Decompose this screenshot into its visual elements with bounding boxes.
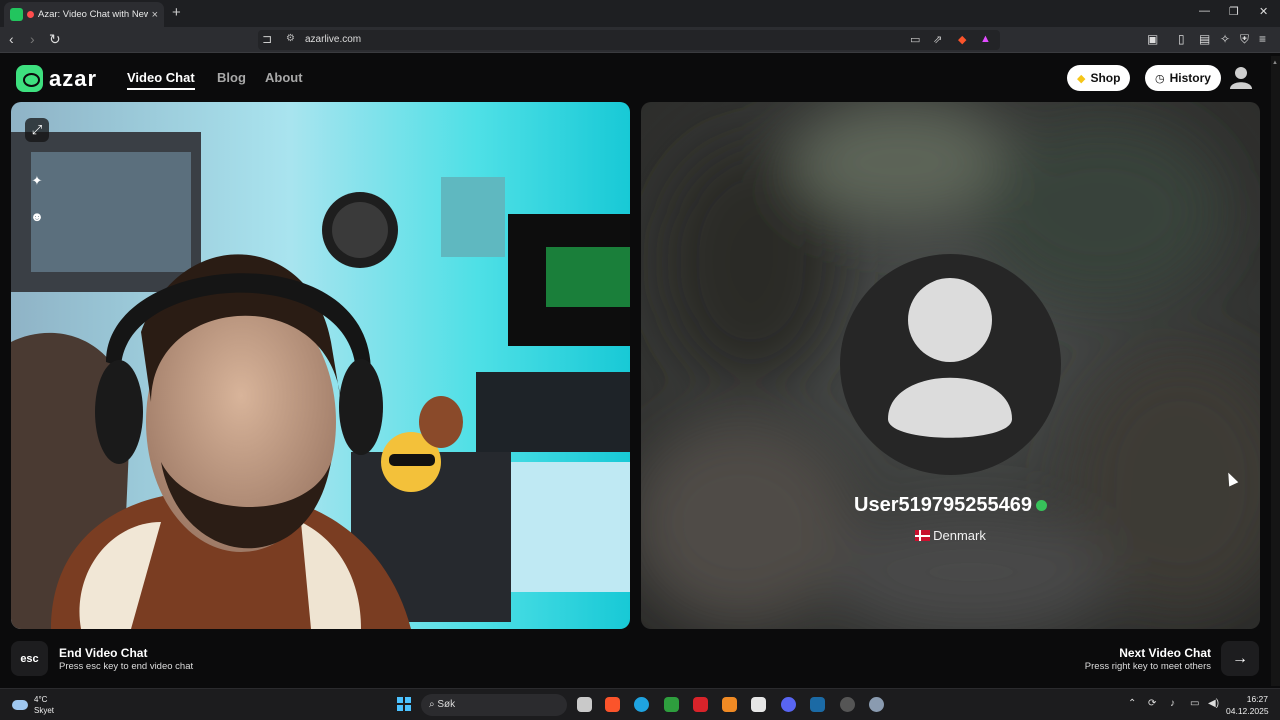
expand-icon[interactable]: ⤢ — [25, 118, 49, 142]
page-scrollbar[interactable]: ▲ — [1271, 56, 1280, 686]
window-close-button[interactable]: ✕ — [1259, 5, 1268, 18]
store-icon[interactable] — [751, 697, 766, 712]
effects-sparkle-icon[interactable]: ✦ — [25, 169, 49, 193]
azar-logo-text: azar — [49, 65, 98, 91]
steam-icon[interactable] — [810, 697, 825, 712]
brave-shields-icon[interactable]: ◆ — [958, 33, 966, 46]
remote-username: User519795255469 — [854, 494, 1032, 516]
nav-active-underline — [127, 88, 195, 90]
tab-title: Azar: Video Chat with New Pe — [38, 9, 148, 20]
microphone-icon[interactable]: ♪ — [1170, 698, 1175, 709]
taskbar-search-field[interactable]: ⌕ Søk — [421, 694, 567, 716]
share-icon[interactable]: ⇗ — [933, 33, 942, 46]
reload-button[interactable]: ↻ — [49, 31, 61, 48]
gem-icon: ◆ — [1077, 72, 1086, 85]
site-settings-icon[interactable]: ⚙ — [286, 33, 295, 44]
obs-icon[interactable] — [840, 697, 855, 712]
weather-condition: Skyet — [34, 706, 55, 715]
remote-avatar — [840, 254, 1061, 475]
tab-close-icon[interactable]: × — [152, 9, 158, 21]
taskbar-clock[interactable]: 16:27 04.12.2025 — [1226, 693, 1269, 717]
task-view-icon[interactable] — [577, 697, 592, 712]
remote-country-row: Denmark — [641, 528, 1260, 543]
azar-logo-icon — [16, 65, 43, 92]
window-minimize-button[interactable]: — — [1199, 5, 1210, 17]
tray-sync-icon[interactable]: ⟳ — [1148, 698, 1156, 709]
windows-start-icon[interactable] — [397, 697, 411, 711]
cast-icon[interactable]: ▭ — [910, 33, 920, 46]
browser-tab-active[interactable]: Azar: Video Chat with New Pe × — [4, 2, 164, 27]
clock-icon: ◷ — [1155, 72, 1165, 85]
remote-username-row: User519795255469 — [641, 494, 1260, 517]
denmark-flag-icon — [915, 530, 931, 541]
settings-gear-icon[interactable] — [869, 697, 884, 712]
next-chat-button[interactable]: → — [1221, 641, 1259, 676]
tab-search-icon[interactable]: ▣ — [1147, 32, 1158, 46]
recording-indicator-icon — [27, 11, 34, 18]
local-camera-feed — [11, 102, 630, 629]
volume-icon[interactable]: ◀) — [1208, 698, 1219, 709]
remote-video-pane: User519795255469 Denmark — [641, 102, 1260, 629]
end-chat-esc-button[interactable]: esc — [11, 641, 48, 676]
url-text: azarlive.com — [305, 34, 362, 45]
end-chat-title: End Video Chat — [59, 646, 148, 660]
wallet-icon[interactable]: ▤ — [1199, 32, 1210, 46]
local-video-pane: ⤢ ✦ ☻ — [11, 102, 630, 629]
cloud-icon — [12, 700, 28, 710]
next-chat-title: Next Video Chat — [1119, 646, 1211, 660]
shop-label: Shop — [1090, 71, 1121, 85]
lastpass-icon[interactable] — [693, 697, 708, 712]
discord-icon[interactable] — [781, 697, 796, 712]
scroll-up-icon[interactable]: ▲ — [1272, 60, 1278, 66]
azar-logo[interactable]: azar — [16, 65, 97, 92]
weather-widget[interactable]: 4°C Skyet — [12, 694, 54, 716]
display-icon[interactable]: ▭ — [1190, 698, 1199, 709]
taskbar-search-placeholder: Søk — [437, 699, 456, 710]
profile-avatar-icon[interactable] — [1230, 66, 1252, 90]
weather-temperature: 4°C — [34, 695, 48, 704]
verified-badge-icon — [1035, 500, 1047, 512]
brave-browser-icon[interactable] — [605, 697, 620, 712]
browser-tab-strip: Azar: Video Chat with New Pe × + — ❐ ✕ — [0, 0, 1280, 27]
remote-country: Denmark — [933, 528, 986, 543]
history-button[interactable]: ◷ History — [1145, 65, 1221, 91]
brave-rewards-icon[interactable]: ▲ — [980, 33, 991, 45]
new-tab-button[interactable]: + — [172, 4, 181, 21]
nav-about[interactable]: About — [265, 70, 303, 85]
tray-overflow-icon[interactable]: ⌃ — [1128, 698, 1136, 709]
nav-video-chat[interactable]: Video Chat — [127, 70, 195, 85]
face-filter-icon[interactable]: ☻ — [25, 204, 49, 228]
vpn-shield-icon[interactable]: ⛨ — [1240, 32, 1249, 47]
windows-taskbar: 4°C Skyet ⌕ Søk ⌃ ⟳ ♪ ▭ ◀) 16:27 04.12.2… — [0, 688, 1280, 720]
history-label: History — [1169, 71, 1211, 85]
clock-time: 16:27 — [1246, 694, 1268, 704]
app-icon-a[interactable] — [722, 697, 737, 712]
end-chat-hint: Press esc key to end video chat — [59, 661, 194, 672]
nav-blog[interactable]: Blog — [217, 70, 246, 85]
sidebar-toggle-icon[interactable]: ▯ — [1178, 32, 1185, 46]
edge-browser-icon[interactable] — [634, 697, 649, 712]
menu-icon[interactable]: ≡ — [1259, 32, 1266, 46]
address-bar-row: ‹ › ↻ ⊐ ⚙ azarlive.com ▭ ⇗ ◆ ▲ ▣ ▯ ▤ ✧ ⛨… — [0, 27, 1280, 53]
back-button[interactable]: ‹ — [9, 31, 14, 47]
azar-favicon-icon — [10, 8, 23, 21]
bookmark-icon[interactable]: ⊐ — [262, 32, 272, 46]
clock-date: 04.12.2025 — [1226, 706, 1269, 716]
shop-button[interactable]: ◆ Shop — [1067, 65, 1131, 91]
default-user-avatar-icon — [888, 278, 1012, 438]
leo-ai-icon[interactable]: ✧ — [1220, 32, 1230, 46]
xbox-icon[interactable] — [664, 697, 679, 712]
next-chat-hint: Press right key to meet others — [1084, 661, 1211, 672]
forward-button[interactable]: › — [30, 31, 35, 47]
url-field[interactable]: ⊐ ⚙ azarlive.com ▭ ⇗ ◆ ▲ — [258, 30, 1000, 50]
window-maximize-button[interactable]: ❐ — [1229, 5, 1239, 18]
